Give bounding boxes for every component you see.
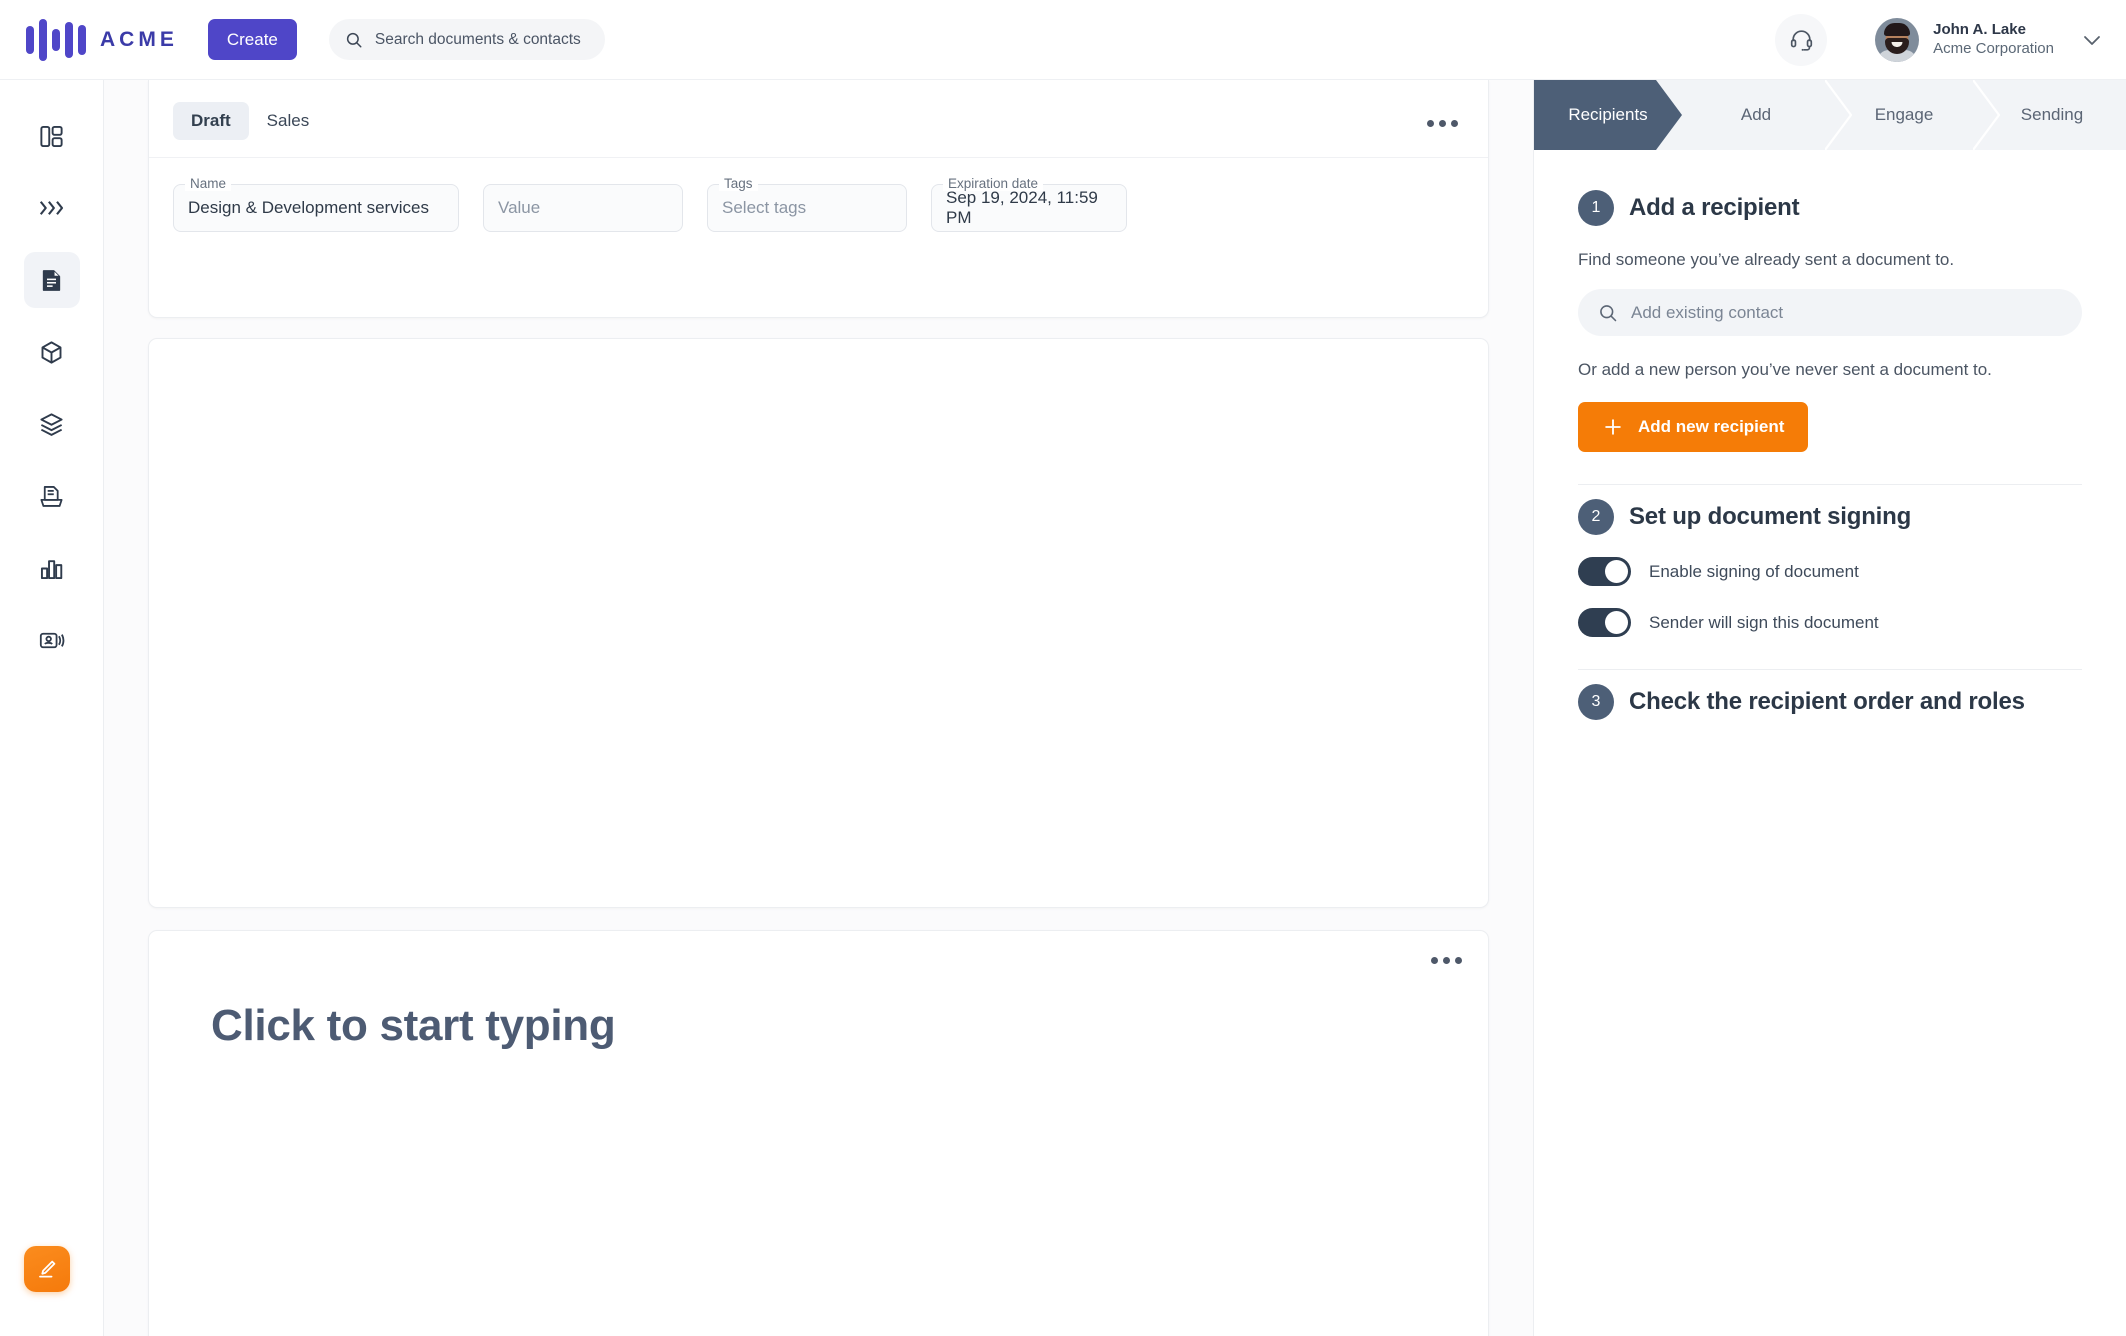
expiration-date-value: Sep 19, 2024, 11:59 PM [946, 188, 1098, 227]
layout-dashboard-icon [38, 123, 65, 150]
app-header: ACME Create Search documents & contacts [0, 0, 2126, 80]
search-icon [345, 31, 363, 49]
add-new-recipient-button[interactable]: Add new recipient [1578, 402, 1809, 452]
cube-icon [38, 339, 65, 366]
plus-icon [1602, 416, 1624, 438]
create-button[interactable]: Create [207, 19, 297, 60]
section-add-recipient-header: 1 Add a recipient [1578, 190, 2082, 226]
tab-draft[interactable]: Draft [173, 102, 249, 140]
acme-logo-icon [26, 18, 86, 61]
section-recipient-order-title: Check the recipient order and roles [1629, 688, 2025, 715]
existing-contact-search-input[interactable]: Add existing contact [1578, 289, 2082, 336]
chevron-down-icon [2080, 28, 2104, 52]
inbox-document-icon [38, 483, 65, 510]
sender-signs-toggle[interactable] [1578, 608, 1631, 637]
section-divider [1578, 484, 2082, 485]
global-search-placeholder: Search documents & contacts [374, 30, 581, 48]
section-signing-header: 2 Set up document signing [1578, 499, 2082, 535]
sidebar-item-templates[interactable] [24, 396, 80, 452]
tab-sales[interactable]: Sales [249, 102, 328, 140]
value-field-placeholder: Value [498, 198, 541, 217]
step-sending-label: Sending [2020, 105, 2084, 124]
document-editor-block[interactable]: Click to start typing [148, 930, 1489, 1336]
section-add-recipient-title: Add a recipient [1629, 194, 1800, 221]
document-header-card: Draft Sales Name Design & Development se… [148, 80, 1489, 318]
section-signing-title: Set up document signing [1629, 503, 1912, 530]
existing-contact-placeholder: Add existing contact [1631, 302, 1784, 322]
step-add-label: Add [1740, 105, 1772, 124]
brand-name: ACME [100, 27, 178, 51]
value-field[interactable]: Value [483, 184, 683, 232]
step-divider-icon [1805, 80, 1831, 150]
user-name: John A. Lake [1933, 20, 2026, 38]
step-engage[interactable]: Engage [1830, 80, 1979, 150]
editor-block-more-menu[interactable] [1431, 957, 1462, 964]
contact-card-icon [38, 627, 65, 654]
enable-signing-label: Enable signing of document [1649, 561, 1859, 581]
pencil-edit-icon [35, 1257, 59, 1281]
step-divider-icon [1953, 80, 1979, 150]
sidebar-item-dashboard[interactable] [24, 108, 80, 164]
sender-signs-label: Sender will sign this document [1649, 612, 1879, 632]
compose-button[interactable] [24, 1246, 70, 1292]
document-icon [38, 267, 65, 294]
document-more-menu[interactable] [1420, 106, 1464, 140]
expiration-date-label: Expiration date [943, 176, 1044, 191]
bar-chart-icon [38, 555, 65, 582]
user-avatar[interactable] [1875, 17, 1920, 62]
tags-field-value: Select tags [722, 198, 807, 217]
step-recipients-label: Recipients [1568, 105, 1648, 124]
step-recipients[interactable]: Recipients [1534, 80, 1682, 150]
chevrons-right-icon [37, 193, 67, 223]
section-divider [1578, 669, 2082, 670]
document-canvas: Draft Sales Name Design & Development se… [104, 80, 1533, 1336]
sidebar-item-documents[interactable] [23, 252, 80, 308]
panel-content: 1 Add a recipient Find someone you’ve al… [1534, 150, 2126, 720]
sidebar-item-inbox[interactable] [24, 468, 80, 524]
add-new-recipient-label: Add new recipient [1638, 417, 1785, 436]
recipients-panel: Recipients Add Engage Sending 1 Add a re… [1533, 80, 2126, 1336]
user-identity[interactable]: John A. Lake Acme Corporation [1933, 21, 2054, 59]
document-content-block[interactable] [148, 338, 1489, 908]
step-number-badge: 2 [1578, 499, 1614, 535]
sender-signs-row: Sender will sign this document [1578, 608, 2082, 637]
document-tabs: Draft Sales [149, 80, 1488, 140]
name-field[interactable]: Name Design & Development services [173, 176, 459, 232]
name-field-value: Design & Development services [188, 198, 429, 217]
step-number-badge: 1 [1578, 190, 1614, 226]
layers-icon [38, 411, 65, 438]
user-org: Acme Corporation [1933, 39, 2054, 57]
expiration-date-field[interactable]: Expiration date Sep 19, 2024, 11:59 PM [931, 176, 1127, 232]
brand-logo[interactable]: ACME [26, 18, 178, 61]
step-sending[interactable]: Sending [1978, 80, 2126, 150]
sidebar-item-contacts[interactable] [24, 612, 80, 668]
tags-field[interactable]: Tags Select tags [707, 176, 907, 232]
document-meta-fields: Name Design & Development services Value… [149, 158, 1488, 232]
sidebar-item-products[interactable] [24, 324, 80, 380]
wizard-stepper: Recipients Add Engage Sending [1534, 80, 2126, 150]
step-engage-label: Engage [1874, 105, 1934, 124]
search-icon [1598, 303, 1618, 323]
header-right-cluster: John A. Lake Acme Corporation [1775, 13, 2126, 66]
sidebar-item-workflows[interactable] [24, 180, 80, 236]
editor-placeholder-text[interactable]: Click to start typing [211, 1001, 616, 1051]
sidebar-rail [0, 80, 104, 1336]
add-new-person-description: Or add a new person you’ve never sent a … [1578, 360, 1992, 379]
section-recipient-order-header[interactable]: 3 Check the recipient order and roles [1578, 684, 2082, 720]
add-recipient-description: Find someone you’ve already sent a docum… [1578, 250, 1955, 269]
user-menu-toggle[interactable] [2080, 28, 2104, 52]
sidebar-item-analytics[interactable] [24, 540, 80, 596]
enable-signing-toggle[interactable] [1578, 557, 1631, 586]
step-number-badge: 3 [1578, 684, 1614, 720]
step-add[interactable]: Add [1682, 80, 1831, 150]
headset-icon [1789, 27, 1814, 52]
support-button[interactable] [1775, 13, 1828, 66]
global-search-input[interactable]: Search documents & contacts [328, 19, 605, 60]
tags-field-label: Tags [719, 176, 758, 191]
name-field-label: Name [185, 176, 232, 191]
enable-signing-row: Enable signing of document [1578, 557, 2082, 586]
step-divider-icon [2101, 80, 2126, 150]
